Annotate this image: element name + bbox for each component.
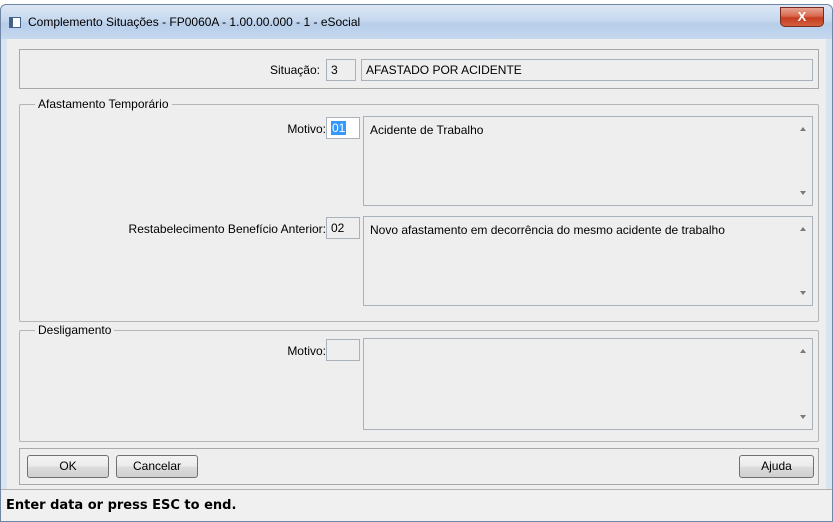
desligamento-scrollbar[interactable] <box>795 339 812 429</box>
afastamento-motivo-text-area[interactable]: Acidente de Trabalho <box>363 116 813 206</box>
restabelecimento-text: Novo afastamento em decorrência do mesmo… <box>370 223 725 237</box>
situacao-label: Situação: <box>269 63 320 77</box>
restabelecimento-scrollbar[interactable] <box>795 217 812 305</box>
afastamento-legend: Afastamento Temporário <box>35 97 172 111</box>
desligamento-group: Desligamento Motivo: <box>19 323 819 442</box>
afastamento-group: Afastamento Temporário Motivo: 01 Aciden… <box>19 97 819 322</box>
afastamento-motivo-label: Motivo: <box>287 122 326 136</box>
desligamento-motivo-code-field[interactable] <box>326 339 360 361</box>
afastamento-motivo-code-field[interactable]: 01 <box>326 117 360 139</box>
help-button[interactable]: Ajuda <box>739 455 814 478</box>
desligamento-legend: Desligamento <box>35 323 115 337</box>
scroll-up-arrow-icon[interactable] <box>800 127 806 131</box>
status-message: Enter data or press ESC to end. <box>6 498 237 513</box>
situacao-code: 3 <box>331 63 338 77</box>
cancel-button[interactable]: Cancelar <box>116 455 198 478</box>
afastamento-motivo-scrollbar[interactable] <box>795 117 812 205</box>
scroll-down-arrow-icon[interactable] <box>800 415 806 419</box>
dialog-content: Situação: 3 AFASTADO POR ACIDENTE Afasta… <box>7 39 826 489</box>
restabelecimento-label: Restabelecimento Benefício Anterior: <box>128 222 326 236</box>
desligamento-motivo-label: Motivo: <box>287 344 326 358</box>
title-bar[interactable]: Complemento Situações - FP0060A - 1.00.0… <box>1 5 832 39</box>
window-icon <box>9 17 21 28</box>
situacao-description: AFASTADO POR ACIDENTE <box>366 63 522 77</box>
situacao-description-field: AFASTADO POR ACIDENTE <box>361 59 813 81</box>
scroll-up-arrow-icon[interactable] <box>800 227 806 231</box>
desligamento-motivo-text-area[interactable] <box>363 338 813 430</box>
scroll-up-arrow-icon[interactable] <box>800 349 806 353</box>
situacao-code-field[interactable]: 3 <box>326 59 356 81</box>
scroll-down-arrow-icon[interactable] <box>800 291 806 295</box>
restabelecimento-text-area[interactable]: Novo afastamento em decorrência do mesmo… <box>363 216 813 306</box>
restabelecimento-code-field[interactable]: 02 <box>326 217 360 239</box>
scroll-down-arrow-icon[interactable] <box>800 191 806 195</box>
window-title: Complemento Situações - FP0060A - 1.00.0… <box>28 15 361 29</box>
button-bar: OK Cancelar Ajuda <box>19 448 819 485</box>
close-button[interactable]: X <box>780 7 824 27</box>
ok-button[interactable]: OK <box>27 455 109 478</box>
status-bar: Enter data or press ESC to end. <box>1 489 832 521</box>
dialog-window: Complemento Situações - FP0060A - 1.00.0… <box>0 4 833 522</box>
afastamento-motivo-code: 01 <box>331 121 347 135</box>
situacao-panel: Situação: 3 AFASTADO POR ACIDENTE <box>19 49 819 89</box>
afastamento-motivo-text: Acidente de Trabalho <box>370 123 484 137</box>
restabelecimento-code: 02 <box>331 221 345 235</box>
